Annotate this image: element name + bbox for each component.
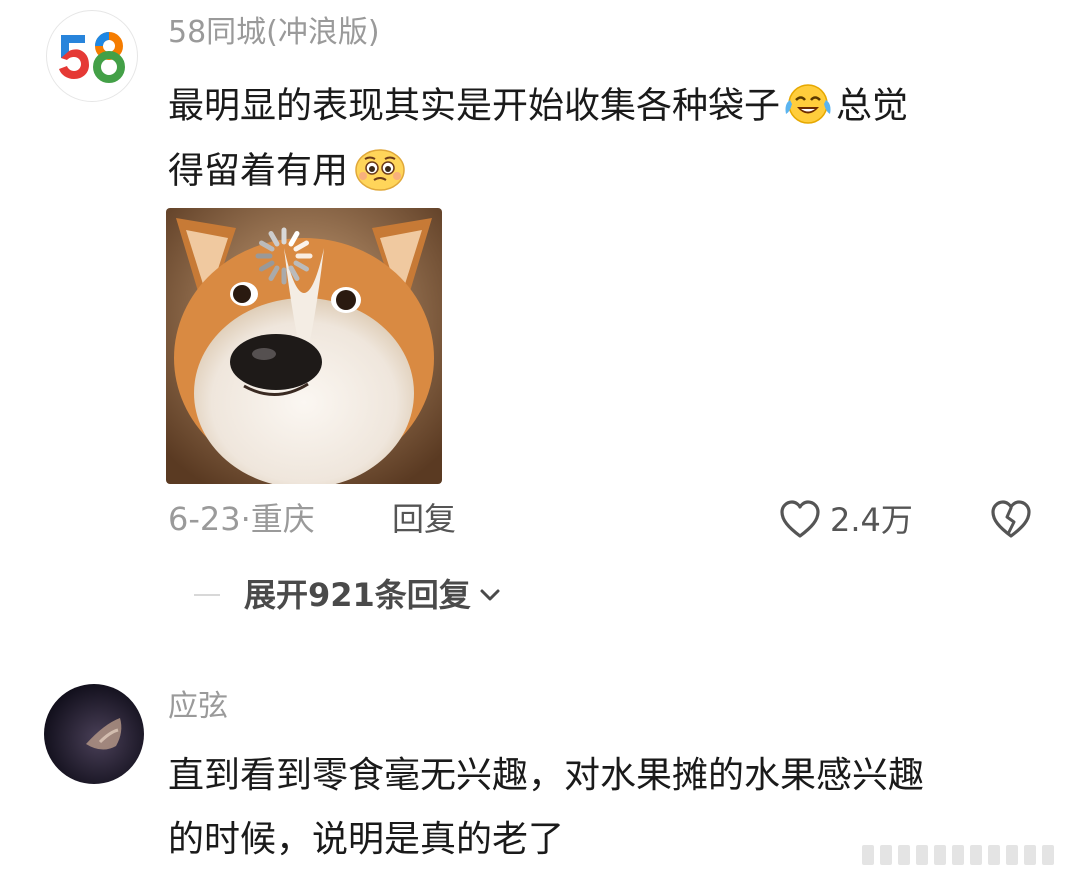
- dislike-button[interactable]: [988, 498, 1034, 542]
- avatar-58-logo[interactable]: [46, 10, 138, 102]
- chevron-down-icon: [480, 589, 500, 601]
- crying-laughing-emoji-icon: [782, 82, 834, 133]
- comment-text-segment: 总觉: [836, 85, 909, 127]
- corgi-meme-photo[interactable]: [166, 208, 442, 484]
- watermark: [862, 842, 1072, 868]
- expand-replies-button[interactable]: 展开921条回复: [244, 579, 503, 611]
- comment-username[interactable]: 58同城(冲浪版): [168, 18, 380, 48]
- comment-text-line: 得留着有用: [168, 146, 408, 199]
- comment-text-line: 最明显的表现其实是开始收集各种袋子 总觉: [168, 82, 908, 133]
- expand-replies-label: 展开921条回复: [244, 576, 471, 614]
- comment-text-line: 直到看到零食毫无兴趣，对水果摊的水果感兴趣: [168, 755, 925, 796]
- comment-text-segment: 最明显的表现其实是开始收集各种袋子: [168, 85, 781, 127]
- 58-logo-icon: [59, 32, 125, 83]
- comment-text-segment: 得留着有用: [168, 150, 349, 192]
- comment-username[interactable]: 应弦: [168, 692, 228, 722]
- comment-text-line: 的时候，说明是真的老了: [168, 819, 565, 860]
- broken-heart-icon: [991, 500, 1031, 538]
- expand-divider: [194, 594, 220, 596]
- reply-button[interactable]: 回复: [392, 503, 456, 535]
- like-count: 2.4万: [830, 501, 913, 539]
- heart-outline-icon: [780, 500, 820, 538]
- like-button[interactable]: [778, 498, 822, 542]
- avatar[interactable]: [44, 684, 144, 784]
- pleading-face-emoji-icon: [352, 146, 408, 199]
- comment-date-location: 6-23·重庆: [168, 500, 315, 538]
